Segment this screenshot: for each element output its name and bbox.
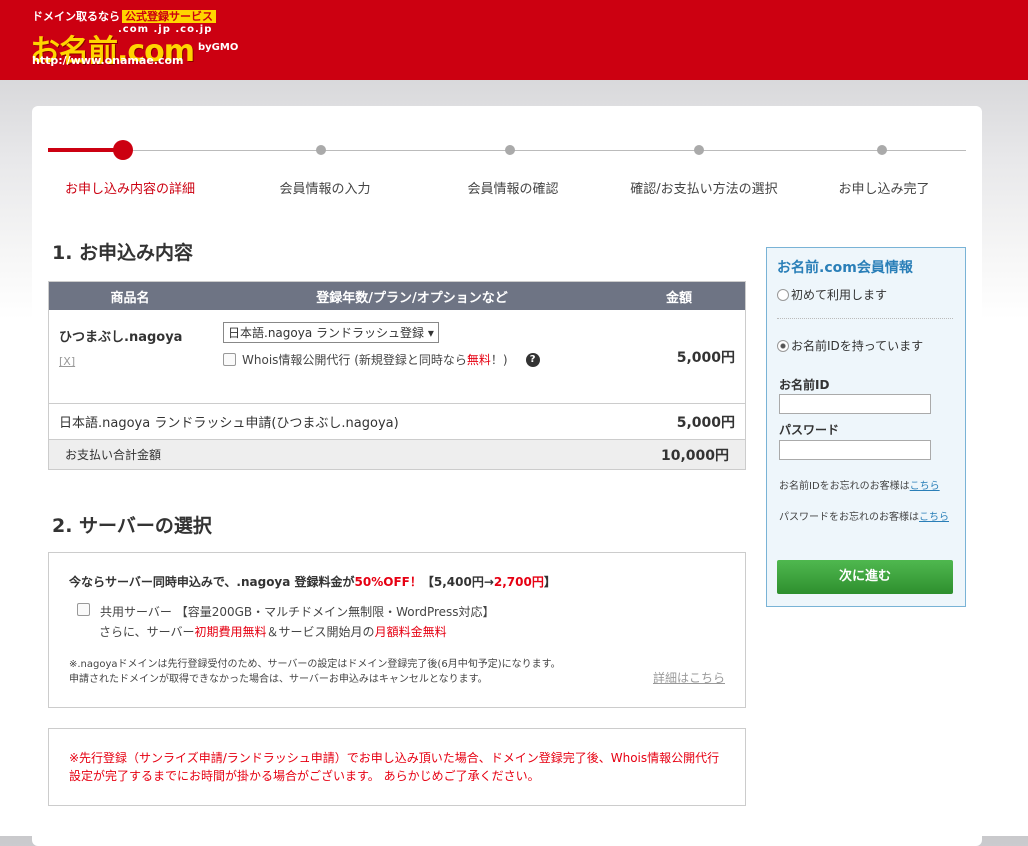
server-option-label: 共用サーバー 【容量200GB・マルチドメイン無制限・WordPress対応】 bbox=[100, 605, 495, 619]
step-dot-2 bbox=[316, 145, 326, 155]
gmo-logo: byGMO bbox=[198, 42, 239, 53]
product-name: ひつまぶし.nagoya bbox=[59, 330, 183, 345]
server-detail-link[interactable]: 詳細はこちら bbox=[653, 669, 725, 686]
remove-link[interactable]: [X] bbox=[59, 355, 75, 368]
password-input[interactable] bbox=[779, 440, 931, 460]
server-checkbox[interactable] bbox=[77, 603, 90, 616]
radio-have-id-button[interactable] bbox=[777, 339, 789, 352]
password-label: パスワード bbox=[779, 423, 840, 437]
member-title: お名前.com会員情報 bbox=[777, 260, 913, 276]
progress-line-active bbox=[48, 148, 123, 152]
site-header: ドメイン取るなら 公式登録サービス .com .jp .co.jp お名前.com… bbox=[0, 0, 1028, 80]
notice-text: ※先行登録（サンライズ申請/ランドラッシュ申請）でお申し込み頂いた場合、ドメイン… bbox=[69, 751, 720, 783]
total-label: お支払い合計金額 bbox=[48, 439, 613, 470]
option-cell: 日本語.nagoya ランドラッシュ登録 ▾ Whois情報公開代行 (新規登録… bbox=[211, 310, 613, 404]
step-label-3: 会員情報の確認 bbox=[467, 182, 559, 197]
server-option-desc: さらに、サーバー初期費用無料＆サービス開始月の月額料金無料 bbox=[99, 625, 447, 639]
step-label-5: お申し込み完了 bbox=[838, 182, 930, 197]
order-table-header: 商品名 登録年数/プラン/オプションなど 金額 bbox=[48, 281, 746, 310]
help-icon[interactable]: ? bbox=[525, 352, 540, 367]
member-panel: お名前.com会員情報 初めて利用します お名前IDを持っています お名前ID … bbox=[766, 247, 966, 607]
item2-price: 5,000円 bbox=[613, 403, 746, 440]
col-plan: 登録年数/プラン/オプションなど bbox=[211, 281, 613, 310]
server-note: ※.nagoyaドメインは先行登録受付のため、サーバーの設定はドメイン登録完了後… bbox=[69, 659, 561, 685]
item-price: 5,000円 bbox=[613, 310, 746, 404]
radio-have-id[interactable]: お名前IDを持っています bbox=[777, 337, 923, 354]
table-row: 日本語.nagoya ランドラッシュ申請(ひつまぶし.nagoya) 5,000… bbox=[48, 403, 746, 440]
order-table: 商品名 登録年数/プラン/オプションなど 金額 ひつまぶし.nagoya [X]… bbox=[48, 281, 746, 470]
radio-first-time-button[interactable] bbox=[777, 288, 789, 301]
official-badge: 公式登録サービス bbox=[122, 10, 216, 23]
radio-first-time[interactable]: 初めて利用します bbox=[777, 286, 887, 303]
logo-url: http://www.onamae.com bbox=[32, 54, 184, 67]
id-input[interactable] bbox=[779, 394, 931, 414]
col-price: 金額 bbox=[613, 281, 746, 310]
progress-steps: お申し込み内容の詳細 会員情報の入力 会員情報の確認 確認/お支払い方法の選択 … bbox=[48, 140, 966, 200]
onamae-logo[interactable]: ドメイン取るなら 公式登録サービス .com .jp .co.jp お名前.com… bbox=[30, 6, 260, 69]
step-label-1: お申し込み内容の詳細 bbox=[64, 182, 196, 197]
next-button[interactable]: 次に進む bbox=[777, 560, 953, 594]
plan-select[interactable]: 日本語.nagoya ランドラッシュ登録 ▾ bbox=[223, 322, 439, 343]
col-product: 商品名 bbox=[48, 281, 211, 310]
table-row: ひつまぶし.nagoya [X] 日本語.nagoya ランドラッシュ登録 ▾ … bbox=[48, 310, 746, 404]
step-dot-5 bbox=[877, 145, 887, 155]
step-dot-4 bbox=[694, 145, 704, 155]
forgot-id-link[interactable]: こちら bbox=[910, 481, 940, 492]
divider bbox=[777, 318, 953, 319]
server-heading: 2. サーバーの選択 bbox=[52, 515, 212, 537]
notice-box: ※先行登録（サンライズ申請/ランドラッシュ申請）でお申し込み頂いた場合、ドメイン… bbox=[48, 728, 746, 806]
forgot-password-text: パスワードをお忘れのお客様はこちら bbox=[779, 512, 949, 523]
whois-option[interactable]: Whois情報公開代行 (新規登録と同時なら無料！) ? bbox=[223, 351, 613, 368]
step-dot-3 bbox=[505, 145, 515, 155]
whois-checkbox[interactable] bbox=[223, 353, 236, 366]
forgot-id-text: お名前IDをお忘れのお客様はこちら bbox=[779, 481, 940, 492]
server-campaign: 今ならサーバー同時申込みで、.nagoya 登録料金が50%OFF！【5,400… bbox=[69, 575, 556, 589]
id-label: お名前ID bbox=[779, 378, 830, 392]
server-box: 今ならサーバー同時申込みで、.nagoya 登録料金が50%OFF！【5,400… bbox=[48, 552, 746, 708]
product-cell: ひつまぶし.nagoya [X] bbox=[48, 310, 211, 404]
forgot-password-link[interactable]: こちら bbox=[919, 512, 949, 523]
server-option[interactable]: 共用サーバー 【容量200GB・マルチドメイン無制限・WordPress対応】 bbox=[77, 603, 495, 620]
logo-tagline: ドメイン取るなら 公式登録サービス bbox=[32, 8, 216, 24]
total-row: お支払い合計金額 10,000円 bbox=[48, 439, 746, 470]
whois-label: Whois情報公開代行 (新規登録と同時なら無料！) bbox=[242, 353, 508, 367]
step-label-2: 会員情報の入力 bbox=[279, 182, 371, 197]
item2-name: 日本語.nagoya ランドラッシュ申請(ひつまぶし.nagoya) bbox=[48, 403, 613, 440]
step-label-4: 確認/お支払い方法の選択 bbox=[630, 182, 778, 197]
total-price: 10,000円 bbox=[613, 439, 746, 470]
step-dot-1 bbox=[113, 140, 133, 160]
order-heading: 1. お申込み内容 bbox=[52, 242, 194, 264]
